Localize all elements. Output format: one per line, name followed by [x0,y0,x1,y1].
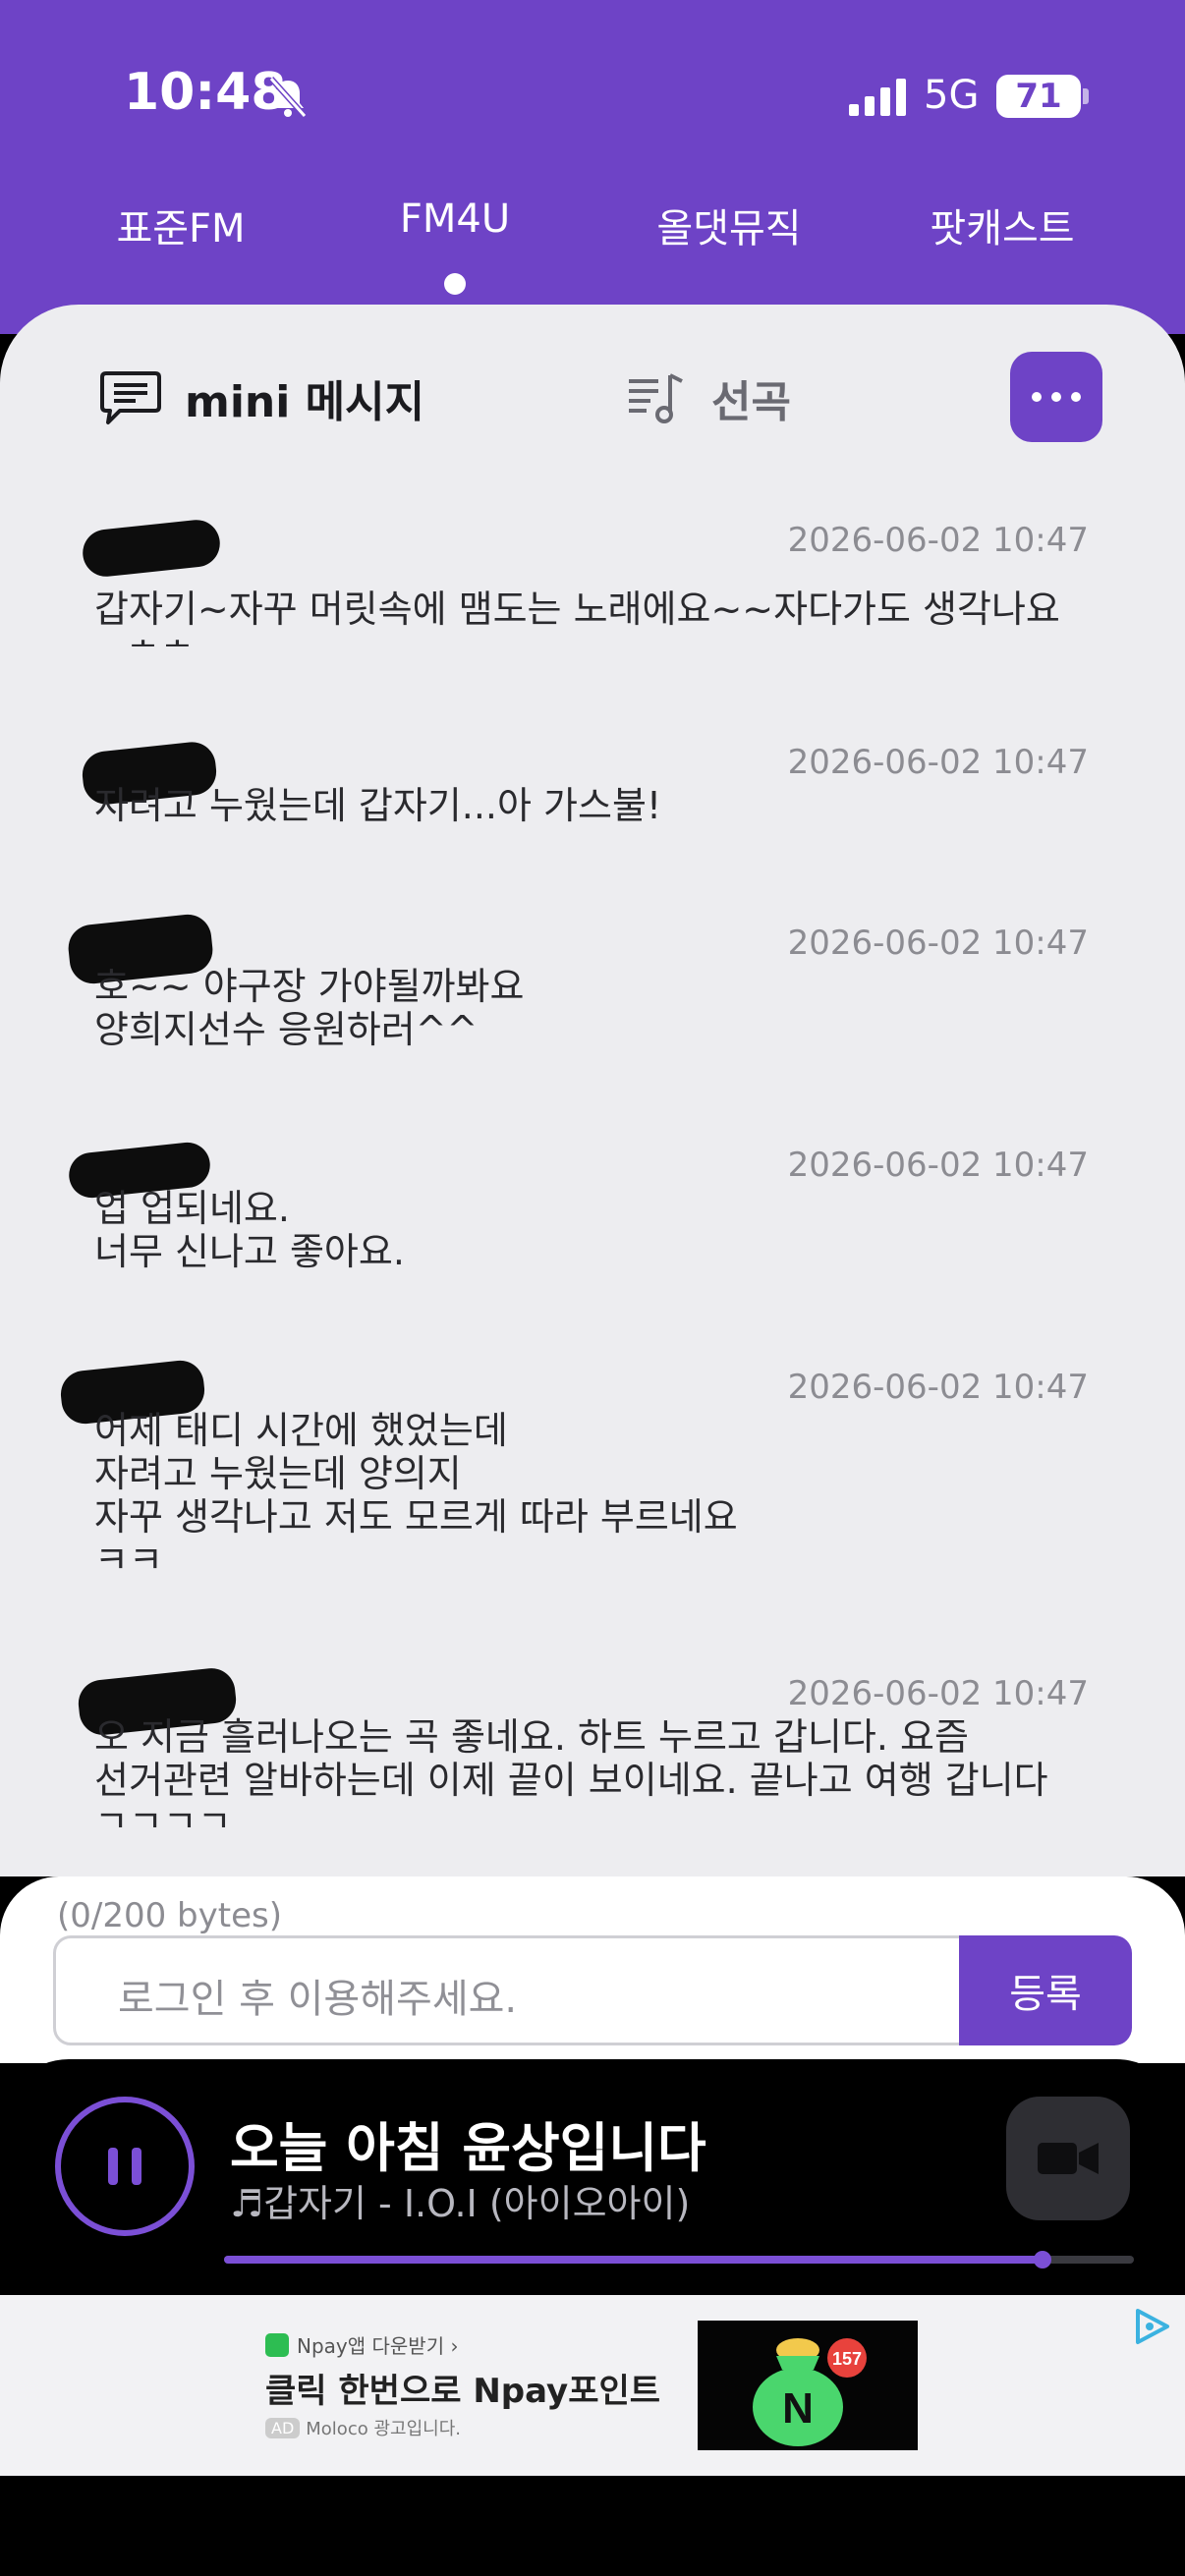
byte-counter: (0/200 bytes) [57,1896,282,1935]
mini-message-tab[interactable]: mini 메시지 [98,354,424,442]
pause-bar [108,2148,118,2185]
ad-count: 157 [832,2349,862,2369]
submit-button[interactable]: 등록 [959,1935,1132,2045]
more-options-button[interactable] [1010,352,1102,442]
message-text: 어제 태디 시간에 했었는데 자려고 누웠는데 양의지 자꾸 생각나고 저도 모… [94,1409,738,1576]
money-bag-icon: N 157 [753,2338,867,2446]
ad-badge: AD [265,2417,301,2438]
npay-logo-icon [265,2332,289,2357]
message-date: 2026-06-02 10:47 [787,1146,1089,1185]
message-text: 갑자기~자꾸 머릿속에 맴도는 노래에요~~자다가도 생각나요 ~ㅎㅎ [94,588,1060,646]
pause-bar [132,2148,141,2185]
ad-logo-letter: N [782,2384,814,2433]
ad-image[interactable]: N 157 [698,2321,918,2450]
more-dot-icon [1051,392,1061,402]
chat-bubble-icon [100,371,161,424]
status-bar: 10:48 5G 71 [0,0,1185,187]
pause-button[interactable] [55,2097,195,2236]
network-type: 5G [924,73,980,118]
bell-slash-icon [268,76,308,119]
redacted-username [80,517,223,580]
message-date: 2026-06-02 10:47 [787,521,1089,560]
song-list-tab[interactable]: 선곡 [625,354,791,442]
ad-top-text: Npay앱 다운받기 › [297,2334,459,2358]
playback-progress-fill [224,2256,1044,2264]
signal-icon [849,79,906,116]
song-list-label: 선곡 [711,377,791,427]
message-input-placeholder: 로그인 후 이용해주세요. [118,1977,518,2022]
message-date: 2026-06-02 10:47 [787,743,1089,782]
tab-podcast[interactable]: 팟캐스트 [875,196,1130,253]
status-time: 10:48 [124,63,287,122]
more-dot-icon [1071,392,1081,402]
video-button[interactable] [1006,2097,1130,2220]
playback-progress[interactable] [224,2251,1134,2268]
message-text: 자려고 누웠는데 갑자기...아 가스불! [94,784,662,827]
tab-standard-fm[interactable]: 표준FM [53,196,309,253]
ad-choices-icon[interactable] [1130,2305,1173,2348]
playlist-music-icon [629,373,683,423]
ad-footer: AD Moloco 광고입니다. [265,2415,461,2440]
channel-tabs: 표준FM FM4U 올댓뮤직 팟캐스트 [0,187,1185,295]
message-text: 호~~ 야구장 가야될까봐요 양희지선수 응원하러^^ [94,965,525,1051]
active-tab-indicator [444,273,466,295]
message-text: 오 지금 흘러나오는 곡 좋네요. 하트 누르고 갑니다. 요즘 선거관련 알바… [94,1715,1048,1827]
now-playing-song: ♬갑자기 - I.O.I (아이오아이) [230,2182,691,2225]
ad-top-line: Npay앱 다운받기 › [265,2330,458,2359]
battery-icon: 71 [996,75,1081,118]
message-date: 2026-06-02 10:47 [787,924,1089,963]
tab-fm4u[interactable]: FM4U [327,196,583,242]
more-dot-icon [1032,392,1042,402]
battery-tip [1083,88,1089,104]
video-camera-icon [1038,2143,1099,2174]
message-date: 2026-06-02 10:47 [787,1674,1089,1713]
tab-all-that-music[interactable]: 올댓뮤직 [601,196,857,253]
message-text: 업 업되네요. 너무 신나고 좋아요. [94,1187,405,1273]
ad-footer-text: Moloco 광고입니다. [306,2419,461,2439]
program-title: 오늘 아침 윤상입니다 [230,2117,706,2179]
message-list[interactable]: 2026-06-02 10:47 갑자기~자꾸 머릿속에 맴도는 노래에요~~자… [0,481,1185,1837]
message-date: 2026-06-02 10:47 [787,1368,1089,1407]
ad-headline: 클릭 한번으로 Npay포인트 [265,2372,661,2411]
mini-message-label: mini 메시지 [185,377,425,427]
